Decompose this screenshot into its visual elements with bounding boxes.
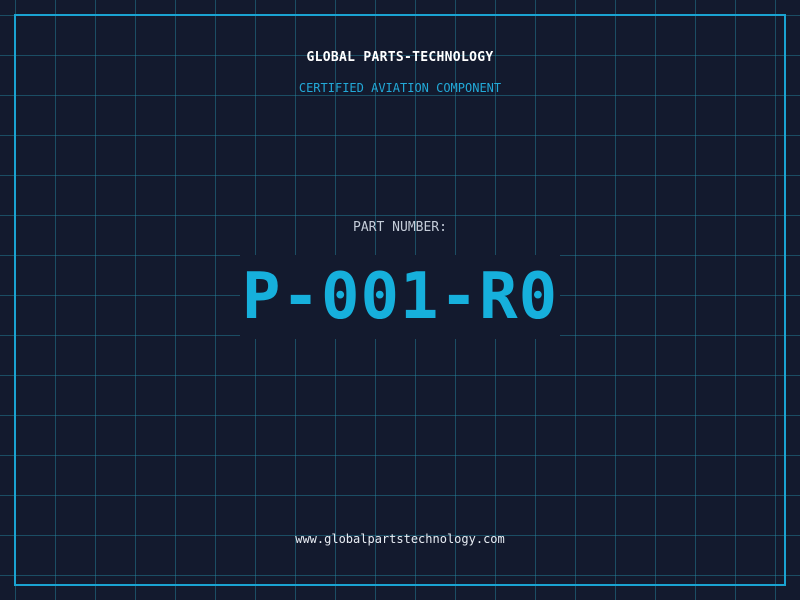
tagline: CERTIFIED AVIATION COMPONENT [298, 81, 502, 95]
part-number-container: P-001-R0 [0, 255, 800, 339]
part-number-value: P-001-R0 [239, 255, 561, 339]
part-label-card: GLOBAL PARTS-TECHNOLOGY CERTIFIED AVIATI… [0, 0, 800, 600]
website-url: www.globalpartstechnology.com [295, 532, 505, 546]
part-number-label: PART NUMBER: [353, 220, 447, 235]
company-name: GLOBAL PARTS-TECHNOLOGY [306, 50, 494, 65]
